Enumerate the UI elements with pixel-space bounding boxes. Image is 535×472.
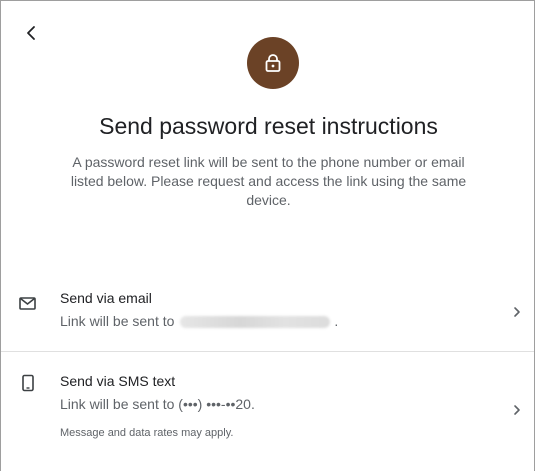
chevron-right-icon (514, 405, 520, 415)
email-option-title: Send via email (60, 290, 152, 306)
password-reset-panel: Send password reset instructions A passw… (0, 0, 535, 471)
lock-badge (247, 37, 299, 89)
email-subtitle-suffix: . (334, 313, 339, 329)
send-via-sms-option[interactable]: Send via SMS text Link will be sent to (… (1, 361, 534, 451)
lock-icon (265, 54, 281, 72)
email-option-subtitle: Link will be sent to. (60, 313, 338, 329)
sms-option-subtitle: Link will be sent to (•••) •••-••20. (60, 396, 255, 412)
chevron-left-icon (27, 26, 35, 40)
sms-rates-note: Message and data rates may apply. (60, 427, 234, 439)
sms-option-title: Send via SMS text (60, 373, 176, 389)
email-subtitle-prefix: Link will be sent to (60, 313, 175, 329)
phone-icon (22, 374, 34, 392)
page-description: A password reset link will be sent to th… (70, 154, 467, 208)
redacted-email (180, 316, 331, 329)
page-title: Send password reset instructions (99, 113, 438, 139)
send-via-email-option[interactable]: Send via email Link will be sent to. (1, 277, 534, 352)
envelope-icon (19, 297, 36, 310)
back-button[interactable] (19, 21, 43, 45)
chevron-right-icon (514, 307, 520, 317)
